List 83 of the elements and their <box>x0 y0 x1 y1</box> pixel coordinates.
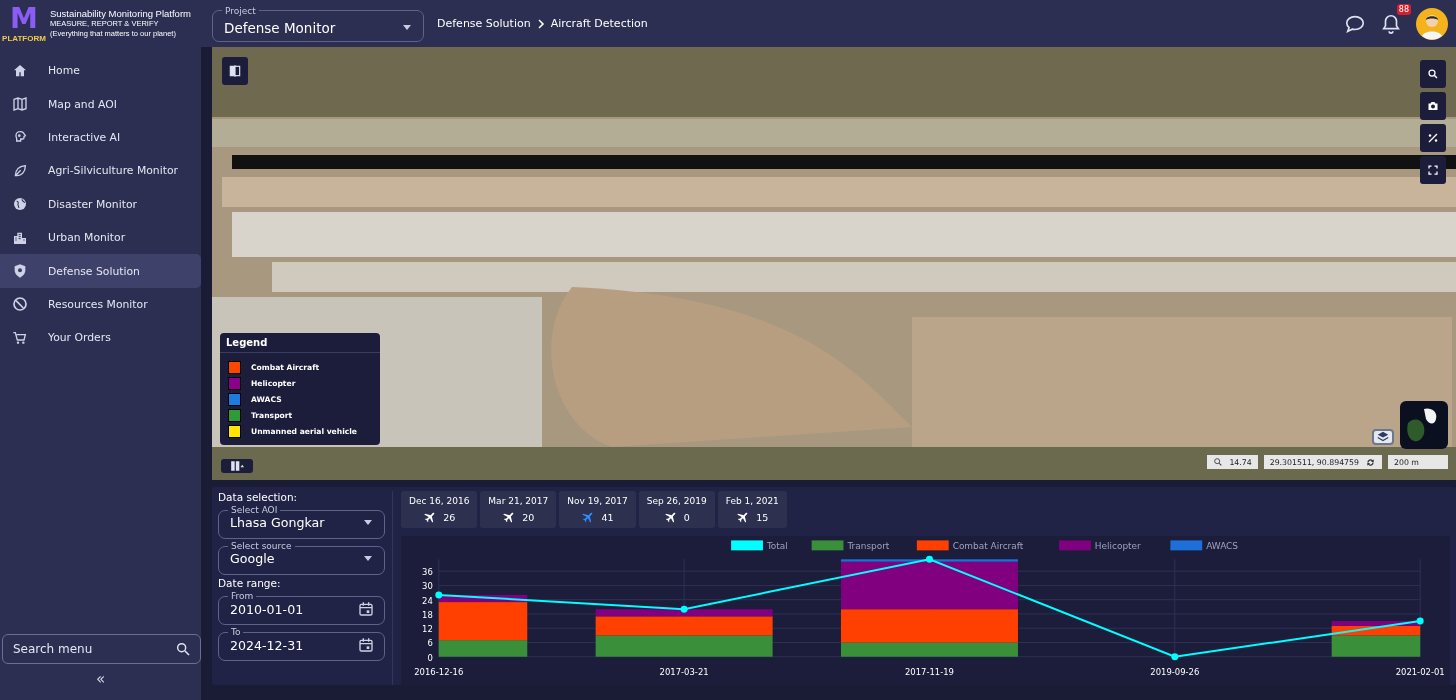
legend-label[interactable]: AWACS <box>1206 541 1239 552</box>
collapse-button[interactable]: « <box>89 670 112 688</box>
date-card[interactable]: Feb 1, 2021 15 <box>717 491 787 528</box>
avatar-icon[interactable] <box>1416 7 1448 40</box>
sidebar-item[interactable]: Home <box>0 54 201 88</box>
refresh-icon[interactable] <box>1365 456 1376 468</box>
chart-point <box>680 605 688 613</box>
search-menu-field[interactable]: Search menu <box>2 634 201 664</box>
date-card[interactable]: Nov 19, 2017 41 <box>559 491 636 528</box>
axis-label: 0 <box>427 652 433 663</box>
chart-point <box>1416 617 1424 625</box>
legend-swatch[interactable] <box>1059 540 1091 551</box>
project-select[interactable]: Project Defense Monitor <box>212 5 424 42</box>
chevron-icon <box>535 17 546 30</box>
axis-label: 6 <box>427 638 433 649</box>
legend-swatch[interactable] <box>731 540 763 551</box>
axis-label: 18 <box>422 609 433 620</box>
from-date-field[interactable]: From 2010-01-01 <box>218 591 385 625</box>
chart-point <box>1171 653 1179 661</box>
camera-icon <box>1427 100 1439 112</box>
search-button[interactable] <box>1420 60 1446 88</box>
axis-label: 24 <box>422 595 433 606</box>
legend-label[interactable]: Transport <box>847 541 890 552</box>
search-icon <box>175 641 191 657</box>
legend-swatch[interactable] <box>811 540 844 551</box>
axis-label: 12 <box>422 624 433 635</box>
fullscreen-icon <box>1427 164 1439 176</box>
legend-label[interactable]: Combat Aircraft <box>952 541 1024 552</box>
sidebar-item[interactable]: Map and AOI <box>0 87 201 121</box>
sidebar-item[interactable]: Defense Solution <box>0 254 201 288</box>
shield-icon <box>12 263 28 280</box>
legend-label[interactable]: Helicopter <box>1094 541 1141 552</box>
axis-label: 2016-12-16 <box>414 666 464 677</box>
chart-point <box>926 555 933 563</box>
axis-label: 2017-03-21 <box>659 666 709 677</box>
breadcrumb-item[interactable]: Defense Solution <box>437 17 531 30</box>
legend-swatch[interactable] <box>1170 540 1203 551</box>
aoi-select[interactable]: Select AOI Lhasa Gongkar <box>218 505 385 539</box>
sidebar-item[interactable]: Urban Monitor <box>0 220 201 255</box>
sidebar-item[interactable]: Resources Monitor <box>0 287 201 322</box>
cart-icon <box>12 329 28 346</box>
globe-icon <box>12 196 28 213</box>
home-icon <box>12 62 28 79</box>
layer-toggle-button[interactable] <box>221 459 253 473</box>
calendar-icon[interactable] <box>358 637 374 653</box>
breadcrumb-item[interactable]: Aircraft Detection <box>550 17 648 30</box>
legend-label[interactable]: Total <box>766 541 788 552</box>
calendar-icon[interactable] <box>358 601 374 617</box>
search-icon <box>1427 68 1439 80</box>
sidebar-item[interactable]: Agri-Silviculture Monitor <box>0 154 201 188</box>
layers-button[interactable] <box>1372 429 1394 445</box>
axis-label: 2017-11-19 <box>904 666 954 677</box>
legend-title: Legend <box>220 337 380 353</box>
platform-title: Sustainability Monitoring Platform <box>50 8 191 19</box>
split-icon <box>228 64 242 78</box>
section-title: Date range: <box>218 577 282 589</box>
fullscreen-button[interactable] <box>1420 156 1446 184</box>
minimap-drawing[interactable] <box>1400 401 1448 449</box>
bell-icon[interactable] <box>1380 12 1402 35</box>
logo: M PLATFORM <box>1 2 47 45</box>
screenshot-button[interactable] <box>1420 92 1446 120</box>
layers-icon <box>1376 430 1390 444</box>
axis-label: 30 <box>422 581 433 592</box>
axis-label: 36 <box>422 567 433 578</box>
leaf-icon <box>12 162 28 179</box>
sidebar-item[interactable]: Interactive AI <box>0 120 201 155</box>
legend-swatch[interactable] <box>916 540 949 551</box>
split-view-button[interactable] <box>222 57 248 85</box>
sidebar-item[interactable]: Your Orders <box>0 321 201 355</box>
search-icon <box>1213 457 1224 467</box>
date-card[interactable]: Mar 21, 2017 20 <box>480 491 557 528</box>
source-select[interactable]: Select source Google <box>218 541 385 575</box>
to-date-field[interactable]: To 2024-12-31 <box>218 627 385 661</box>
date-card[interactable]: Dec 16, 2016 26 <box>401 491 478 528</box>
no-entry-icon <box>12 296 28 313</box>
axis-label: 2021-02-01 <box>1395 666 1445 677</box>
sidebar-item[interactable]: Disaster Monitor <box>0 187 201 221</box>
section-title: Data selection: <box>218 491 299 503</box>
axis-label: 2019-09-26 <box>1150 666 1200 677</box>
notification-badge: 88 <box>1396 3 1411 15</box>
date-card[interactable]: Sep 26, 2019 0 <box>638 491 715 528</box>
measure-button[interactable] <box>1420 124 1446 152</box>
chart-point <box>435 591 443 599</box>
